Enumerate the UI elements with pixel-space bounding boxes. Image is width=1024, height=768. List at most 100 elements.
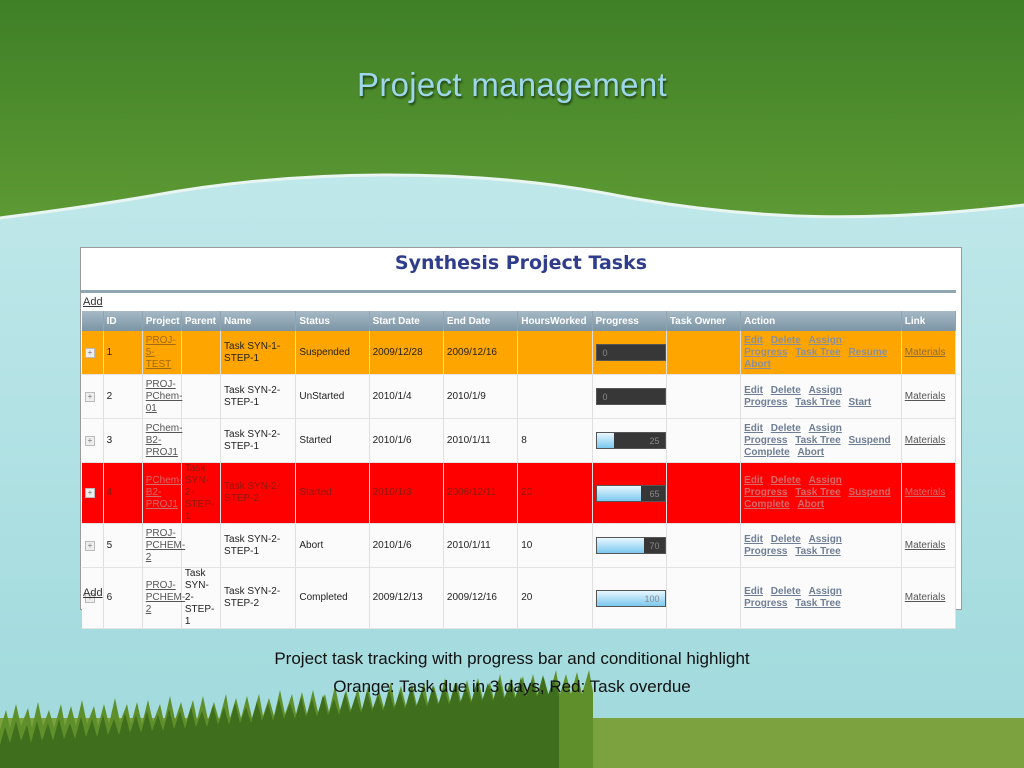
end-date-cell: 2006/12/11: [443, 462, 519, 524]
action-abort-link[interactable]: Abort: [744, 359, 771, 370]
expand-row-icon[interactable]: +: [85, 540, 95, 551]
action-cell: Edit Delete Assign Progress Task Tree Su…: [740, 462, 902, 524]
action-task-tree-link[interactable]: Task Tree: [795, 487, 840, 498]
action-edit-link[interactable]: Edit: [744, 423, 763, 434]
column-header[interactable]: End Date: [443, 311, 519, 331]
action-abort-link[interactable]: Abort: [797, 447, 824, 458]
action-assign-link[interactable]: Assign: [809, 475, 842, 486]
progress-cell: 25: [592, 418, 667, 463]
action-task-tree-link[interactable]: Task Tree: [795, 435, 840, 446]
project-cell: PROJ-PChem-01: [142, 374, 183, 419]
expand-row-icon[interactable]: +: [85, 435, 95, 446]
project-link[interactable]: PChem-B2-PROJ1: [146, 475, 183, 510]
column-header: [82, 311, 104, 331]
project-link[interactable]: PROJ-PCHEM-2: [146, 580, 185, 615]
progress-cell: 100: [592, 567, 667, 629]
action-progress-link[interactable]: Progress: [744, 397, 787, 408]
action-assign-link[interactable]: Assign: [809, 586, 842, 597]
project-cell: PChem-B2-PROJ1: [142, 418, 183, 463]
action-delete-link[interactable]: Delete: [771, 586, 801, 597]
progress-label: 70: [649, 541, 660, 551]
column-header[interactable]: Name: [220, 311, 297, 331]
action-progress-link[interactable]: Progress: [744, 347, 787, 358]
hours-worked-cell: 20: [517, 462, 593, 524]
materials-link[interactable]: Materials: [905, 435, 946, 446]
action-progress-link[interactable]: Progress: [744, 435, 787, 446]
hours-worked-cell: [517, 374, 593, 419]
add-task-link-top[interactable]: Add: [83, 296, 103, 308]
materials-link[interactable]: Materials: [905, 347, 946, 358]
action-assign-link[interactable]: Assign: [809, 534, 842, 545]
action-task-tree-link[interactable]: Task Tree: [795, 347, 840, 358]
action-progress-link[interactable]: Progress: [744, 487, 787, 498]
column-header[interactable]: HoursWorked: [517, 311, 593, 331]
column-header[interactable]: Parent: [181, 311, 222, 331]
action-edit-link[interactable]: Edit: [744, 534, 763, 545]
progress-label: 25: [649, 436, 660, 446]
project-link[interactable]: PROJ-5-TEST: [146, 335, 176, 370]
action-abort-link[interactable]: Abort: [797, 499, 824, 510]
action-edit-link[interactable]: Edit: [744, 385, 763, 396]
column-header[interactable]: ID: [103, 311, 143, 331]
action-edit-link[interactable]: Edit: [744, 586, 763, 597]
action-task-tree-link[interactable]: Task Tree: [795, 397, 840, 408]
action-complete-link[interactable]: Complete: [744, 447, 790, 458]
progress-label: 100: [644, 593, 660, 604]
start-date-cell: 2009/12/28: [369, 331, 444, 375]
action-cell: Edit Delete Assign Progress Task Tree: [740, 567, 902, 629]
hours-worked-cell: [517, 331, 593, 375]
task-owner-cell: [666, 567, 742, 629]
expand-row-icon[interactable]: +: [85, 488, 95, 498]
action-resume-link[interactable]: Resume: [848, 347, 887, 358]
materials-link[interactable]: Materials: [905, 487, 946, 498]
expand-cell: +: [82, 462, 104, 524]
task-owner-cell: [666, 331, 742, 375]
slide-title: Project management: [357, 66, 667, 103]
action-assign-link[interactable]: Assign: [809, 385, 842, 396]
materials-link[interactable]: Materials: [905, 540, 946, 551]
project-cell: PROJ-PCHEM-2: [142, 523, 185, 568]
action-suspend-link[interactable]: Suspend: [848, 435, 890, 446]
action-delete-link[interactable]: Delete: [771, 335, 801, 346]
task-name-cell: Task SYN-1-STEP-1: [220, 331, 297, 375]
action-assign-link[interactable]: Assign: [809, 335, 842, 346]
column-header[interactable]: Task Owner: [666, 311, 742, 331]
column-header[interactable]: Progress: [592, 311, 667, 331]
action-delete-link[interactable]: Delete: [771, 423, 801, 434]
column-header[interactable]: Start Date: [369, 311, 444, 331]
link-cell: Materials: [901, 331, 957, 375]
expand-row-icon[interactable]: +: [85, 347, 95, 358]
action-progress-link[interactable]: Progress: [744, 546, 787, 557]
materials-link[interactable]: Materials: [905, 391, 946, 402]
parent-cell: [181, 331, 222, 375]
column-header[interactable]: Project: [142, 311, 182, 331]
project-link[interactable]: PROJ-PCHEM-2: [146, 528, 185, 563]
parent-cell: Task SYN-2-STEP-1: [181, 462, 222, 524]
action-suspend-link[interactable]: Suspend: [848, 487, 890, 498]
materials-link[interactable]: Materials: [905, 592, 946, 603]
action-task-tree-link[interactable]: Task Tree: [795, 598, 840, 609]
action-edit-link[interactable]: Edit: [744, 335, 763, 346]
project-link[interactable]: PChem-B2-PROJ1: [146, 423, 183, 458]
progress-fill: [596, 538, 645, 553]
table-row: +2 PROJ-PChem-01 Task SYN-2-STEP-1 UnStarte…: [82, 374, 957, 419]
action-progress-link[interactable]: Progress: [744, 598, 787, 609]
action-task-tree-link[interactable]: Task Tree: [795, 546, 840, 557]
expand-row-icon[interactable]: +: [85, 391, 95, 402]
status-cell: Started: [295, 418, 370, 463]
project-link[interactable]: PROJ-PChem-01: [146, 379, 183, 414]
column-header[interactable]: Status: [295, 311, 370, 331]
action-complete-link[interactable]: Complete: [744, 499, 790, 510]
action-delete-link[interactable]: Delete: [771, 475, 801, 486]
parent-cell: [181, 418, 222, 463]
link-cell: Materials: [901, 462, 957, 524]
add-task-link-bottom[interactable]: Add: [83, 587, 103, 599]
action-delete-link[interactable]: Delete: [771, 385, 801, 396]
task-name-cell: Task SYN-2-STEP-2: [220, 462, 297, 524]
expand-cell: +: [82, 374, 104, 419]
action-start-link[interactable]: Start: [848, 397, 871, 408]
action-assign-link[interactable]: Assign: [809, 423, 842, 434]
task-id-cell: 3: [103, 418, 143, 463]
action-delete-link[interactable]: Delete: [771, 534, 801, 545]
action-edit-link[interactable]: Edit: [744, 475, 763, 486]
